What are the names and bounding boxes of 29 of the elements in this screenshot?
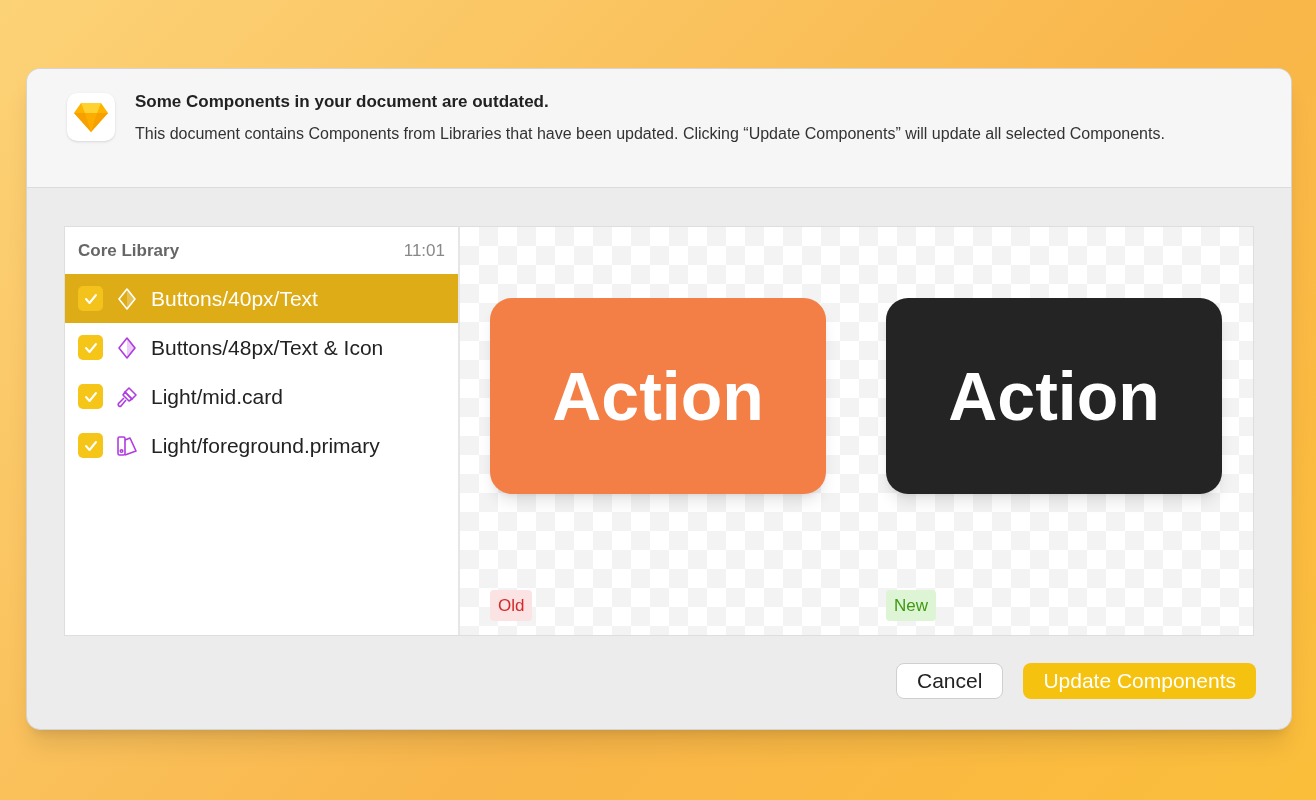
checkmark-icon	[83, 390, 98, 403]
diamond-icon	[115, 286, 139, 311]
cancel-button[interactable]: Cancel	[896, 663, 1004, 699]
version-badge: Old	[490, 589, 533, 621]
component-row[interactable]: Light/mid.card	[65, 372, 458, 421]
preview-label: Action	[948, 357, 1160, 436]
checkmark-icon	[83, 341, 98, 354]
component-name: Buttons/48px/Text & Icon	[151, 334, 384, 361]
library-time: 11:01	[403, 239, 445, 262]
library-name: Core Library	[78, 239, 180, 262]
checkbox[interactable]	[78, 384, 103, 409]
diamond-icon	[115, 335, 139, 360]
component-row[interactable]: Buttons/48px/Text & Icon	[65, 323, 458, 372]
preview-label: Action	[552, 357, 764, 436]
alert-title: Some Components in your document are outdated.	[135, 91, 550, 113]
component-name: Buttons/40px/Text	[151, 285, 318, 312]
checkbox[interactable]	[78, 286, 103, 311]
swatch-icon	[115, 433, 139, 458]
brush-icon	[115, 384, 139, 409]
checkbox[interactable]	[78, 335, 103, 360]
component-name: Light/mid.card	[151, 383, 283, 410]
version-badge: New	[886, 589, 936, 621]
component-name: Light/foreground.primary	[151, 432, 380, 459]
checkmark-icon	[83, 292, 98, 305]
checkmark-icon	[83, 439, 98, 452]
component-row[interactable]: Light/foreground.primary	[65, 421, 458, 470]
checkbox[interactable]	[78, 433, 103, 458]
alert-message: This document contains Components from Libraries that have been updated. Clicking “Update Components” will update all selected Components.	[135, 123, 1166, 144]
app-icon	[67, 93, 115, 141]
